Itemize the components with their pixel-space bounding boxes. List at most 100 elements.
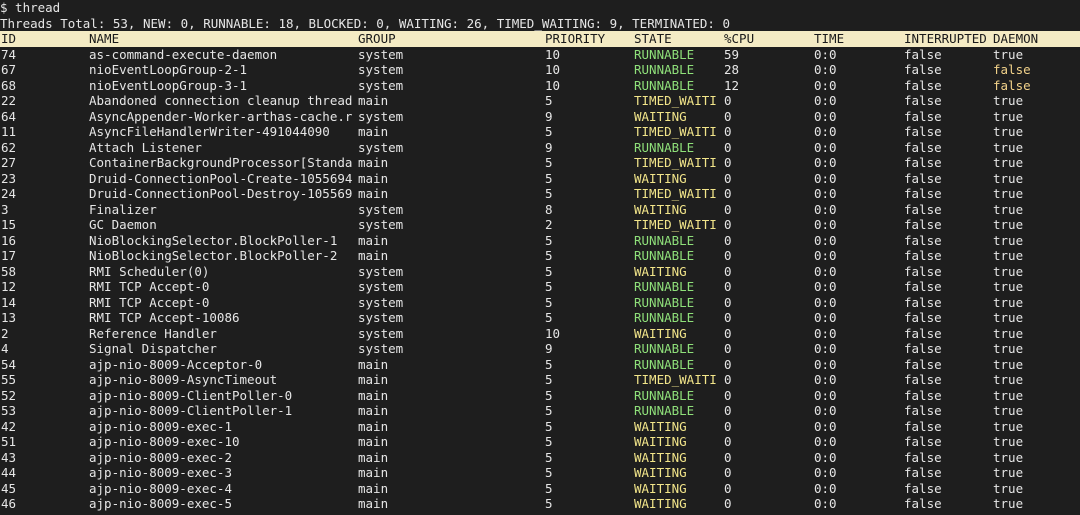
thread-interrupted: false (904, 294, 942, 310)
thread-group: system (358, 139, 404, 155)
thread-time: 0:0 (814, 279, 837, 295)
thread-group: system (358, 46, 404, 62)
thread-daemon: true (993, 310, 1024, 326)
thread-interrupted: false (904, 449, 942, 465)
thread-cpu: 0 (724, 232, 732, 248)
thread-cpu: 0 (724, 496, 732, 512)
thread-id: 14 (1, 294, 17, 310)
thread-group: main (358, 449, 389, 465)
thread-id: 2 (1, 325, 9, 341)
thread-priority: 5 (545, 310, 553, 326)
thread-cpu: 0 (724, 248, 732, 264)
thread-name: AsyncFileHandlerWriter-491044090 (89, 124, 330, 140)
thread-id: 13 (1, 310, 17, 326)
thread-daemon: true (993, 496, 1024, 512)
column-header-interrupted: INTERRUPTED (904, 31, 987, 46)
thread-time: 0:0 (814, 186, 837, 202)
thread-interrupted: false (904, 279, 942, 295)
thread-daemon: true (993, 279, 1024, 295)
thread-priority: 5 (545, 279, 553, 295)
thread-cpu: 0 (724, 170, 732, 186)
thread-cpu: 0 (724, 325, 732, 341)
command-line: $ thread (0, 0, 61, 15)
thread-group: system (358, 310, 404, 326)
thread-priority: 5 (545, 434, 553, 450)
thread-group: system (358, 217, 404, 233)
thread-priority: 5 (545, 124, 553, 140)
thread-daemon: true (993, 124, 1024, 140)
thread-interrupted: false (904, 465, 942, 481)
thread-state: WAITING (634, 496, 687, 512)
thread-interrupted: false (904, 170, 942, 186)
thread-group: main (358, 170, 389, 186)
thread-cpu: 0 (724, 480, 732, 496)
thread-cpu: 59 (724, 46, 740, 62)
thread-name: RMI Scheduler(0) (89, 263, 210, 279)
thread-time: 0:0 (814, 124, 837, 140)
table-row: 3 Finalizer system 8 WAITING 0 0:0 false true (0, 202, 1080, 218)
thread-name: AsyncAppender-Worker-arthas-cache.r (89, 108, 353, 124)
column-header-priority: PRIORITY (545, 31, 606, 46)
thread-time: 0:0 (814, 403, 837, 419)
thread-state: RUNNABLE (634, 356, 695, 372)
thread-id: 68 (1, 77, 17, 93)
thread-cpu: 0 (724, 310, 732, 326)
thread-priority: 5 (545, 418, 553, 434)
thread-time: 0:0 (814, 387, 837, 403)
table-row: 54 ajp-nio-8009-Acceptor-0 main 5 RUNNABLE 0 0… (0, 357, 1080, 373)
thread-interrupted: false (904, 372, 942, 388)
table-header: ID NAME GROUP PRIORITY STATE %CPU TIME I… (0, 31, 1080, 47)
thread-time: 0:0 (814, 155, 837, 171)
thread-interrupted: false (904, 139, 942, 155)
table-row: 51 ajp-nio-8009-exec-10 main 5 WAITING 0 0:0 fa… (0, 434, 1080, 450)
thread-group: main (358, 496, 389, 512)
thread-interrupted: false (904, 201, 942, 217)
thread-name: Finalizer (89, 201, 157, 217)
thread-id: 67 (1, 62, 17, 78)
thread-id: 22 (1, 93, 17, 109)
thread-id: 53 (1, 403, 17, 419)
thread-group: system (358, 294, 404, 310)
thread-id: 55 (1, 372, 17, 388)
thread-time: 0:0 (814, 46, 837, 62)
thread-priority: 5 (545, 232, 553, 248)
thread-group: main (358, 93, 389, 109)
thread-daemon: false (993, 77, 1031, 93)
thread-interrupted: false (904, 310, 942, 326)
thread-id: 54 (1, 356, 17, 372)
thread-time: 0:0 (814, 372, 837, 388)
thread-id: 46 (1, 496, 17, 512)
thread-state: TIMED_WAITI (634, 372, 717, 388)
terminal-window[interactable]: $ thread Threads Total: 53, NEW: 0, RUNN… (0, 0, 1080, 515)
thread-name: ajp-nio-8009-ClientPoller-0 (89, 387, 293, 403)
table-row: 4 Signal Dispatcher system 9 RUNNABLE 0 0:0 fal… (0, 341, 1080, 357)
thread-state: WAITING (634, 201, 687, 217)
thread-cpu: 0 (724, 449, 732, 465)
thread-interrupted: false (904, 403, 942, 419)
thread-daemon: true (993, 263, 1024, 279)
thread-priority: 10 (545, 77, 561, 93)
table-row: 55 ajp-nio-8009-AsyncTimeout main 5 TIMED_WA… (0, 372, 1080, 388)
thread-id: 15 (1, 217, 17, 233)
thread-id: 4 (1, 341, 9, 357)
thread-state: WAITING (634, 108, 687, 124)
thread-name: ajp-nio-8009-exec-1 (89, 418, 232, 434)
thread-group: main (358, 387, 389, 403)
thread-group: main (358, 124, 389, 140)
thread-interrupted: false (904, 325, 942, 341)
thread-name: as-command-execute-daemon (89, 46, 278, 62)
thread-group: main (358, 232, 389, 248)
thread-cpu: 28 (724, 62, 740, 78)
thread-interrupted: false (904, 418, 942, 434)
thread-daemon: true (993, 403, 1024, 419)
thread-name: Druid-ConnectionPool-Destroy-105569 (89, 186, 353, 202)
thread-priority: 5 (545, 263, 553, 279)
thread-name: ajp-nio-8009-AsyncTimeout (89, 372, 278, 388)
thread-daemon: false (993, 62, 1031, 78)
thread-priority: 5 (545, 93, 553, 109)
column-header-id: ID (1, 31, 17, 46)
thread-id: 64 (1, 108, 17, 124)
thread-daemon: true (993, 418, 1024, 434)
thread-priority: 5 (545, 496, 553, 512)
column-header-time: TIME (814, 31, 845, 46)
